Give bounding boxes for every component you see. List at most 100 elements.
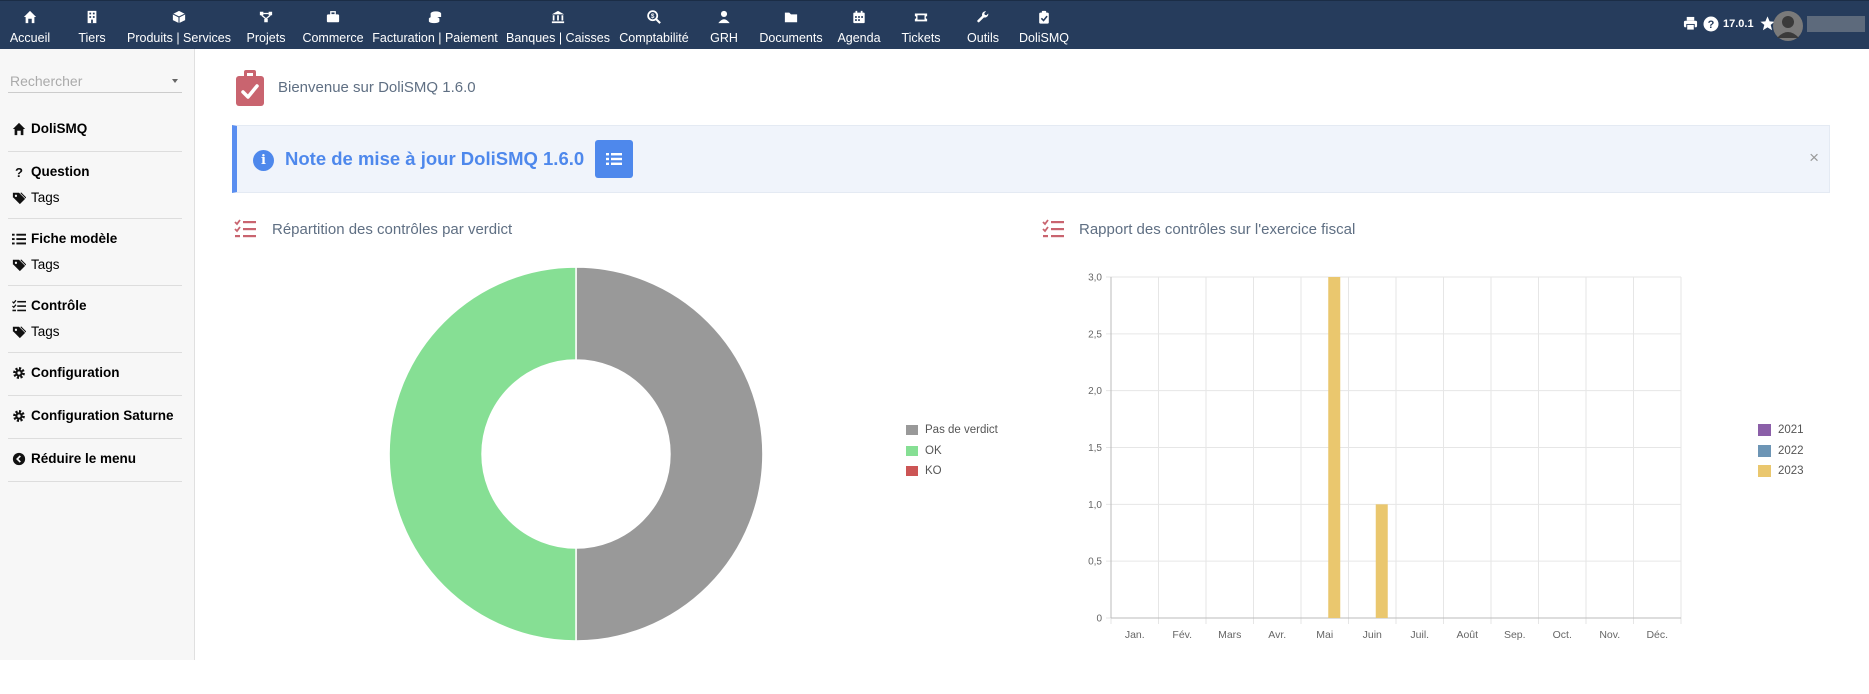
sidebar-item-tags[interactable]: Tags	[12, 324, 60, 339]
legend-item[interactable]: Pas de verdict	[906, 420, 998, 441]
x-tick-label: Oct.	[1553, 629, 1572, 641]
x-tick-label: Juin	[1363, 629, 1382, 641]
list-icon	[12, 232, 26, 246]
sidebar-item-label: Configuration	[31, 365, 120, 380]
clipboard-check-icon	[236, 70, 264, 111]
top-menu-label: DoliSMQ	[1018, 31, 1069, 45]
x-tick-label: Mars	[1218, 629, 1241, 641]
x-tick-label: Avr.	[1268, 629, 1286, 641]
tasks-icon	[1042, 219, 1064, 244]
chevron-circle-left-icon	[12, 452, 26, 466]
chevron-down-icon[interactable]	[172, 79, 178, 83]
donut-slice-pas-de-verdict	[575, 266, 764, 642]
verdict-legend: Pas de verdict OK KO	[906, 420, 998, 482]
bar-2023-juin	[1375, 504, 1388, 618]
legend-item[interactable]: KO	[906, 461, 998, 482]
sidebar-item-configuration[interactable]: Configuration	[12, 365, 119, 380]
sidebar-item-r-duire-le-menu[interactable]: Réduire le menu	[12, 451, 136, 466]
legend-swatch	[906, 425, 918, 436]
fiscal-bar-chart: 0 0,5 1,0 1,5 2,0 2,5 3,0 Jan. Fév. Mars Avr. Mai Ju…	[1088, 273, 1682, 641]
sidebar-block: ? Question Tags	[8, 152, 182, 219]
sidebar-block: Contrôle Tags	[8, 286, 182, 353]
search-placeholder: Rechercher	[10, 73, 83, 89]
tags-icon	[12, 258, 26, 272]
sidebar-item-label: Question	[31, 164, 90, 179]
verdict-chart-title: Répartition des contrôles par verdict	[272, 221, 513, 238]
legend-label: 2022	[1778, 444, 1804, 457]
y-tick-label: 0	[1096, 614, 1102, 625]
cube-icon	[171, 9, 187, 25]
tasks-icon	[234, 219, 256, 244]
sidebar-item-label: Tags	[31, 324, 60, 339]
legend-item[interactable]: 2022	[1758, 441, 1804, 462]
x-tick-label: Juil.	[1410, 629, 1429, 641]
x-tick-label: Fév.	[1172, 629, 1192, 641]
sidebar-block: Configuration Saturne	[8, 396, 182, 439]
bank-icon	[550, 9, 566, 25]
sidebar-item-label: Contrôle	[31, 298, 87, 313]
help-icon[interactable]: ?	[1703, 16, 1719, 37]
y-tick-label: 0,5	[1088, 557, 1102, 568]
home-icon	[12, 122, 26, 136]
legend-label: 2021	[1778, 424, 1804, 437]
y-tick-label: 2,0	[1088, 386, 1102, 397]
y-tick-label: 1,0	[1088, 500, 1102, 511]
version-label: 17.0.1	[1723, 18, 1754, 30]
tags-icon	[12, 325, 26, 339]
sidebar-item-tags[interactable]: Tags	[12, 257, 60, 272]
info-icon: i	[253, 150, 274, 171]
x-tick-label: Nov.	[1599, 629, 1620, 641]
legend-label: Pas de verdict	[925, 424, 998, 437]
gear-icon	[12, 366, 26, 380]
sidebar-item-question[interactable]: ? Question	[12, 164, 90, 179]
legend-swatch	[1758, 465, 1771, 478]
svg-text:?: ?	[15, 165, 23, 179]
legend-label: KO	[925, 465, 942, 478]
question-icon: ?	[12, 165, 26, 179]
left-sidebar: Rechercher DoliSMQ? Question Tags Fiche mod…	[0, 49, 195, 660]
sidebar-block: Fiche modèle Tags	[8, 219, 182, 286]
svg-text:?: ?	[1708, 19, 1715, 31]
y-tick-label: 2,5	[1088, 329, 1102, 340]
coins-icon	[427, 9, 443, 25]
list-icon	[606, 153, 622, 165]
legend-item[interactable]: 2021	[1758, 420, 1804, 441]
main-content: Bienvenue sur DoliSMQ 1.6.0 i Note de mi…	[196, 49, 1869, 674]
update-notice-banner: i Note de mise à jour DoliSMQ 1.6.0 ×	[232, 125, 1830, 193]
legend-item[interactable]: OK	[906, 441, 998, 462]
legend-label: OK	[925, 444, 942, 457]
legend-item[interactable]: 2023	[1758, 461, 1804, 482]
fiscal-legend: 2021 2022 2023	[1758, 420, 1804, 482]
avatar[interactable]	[1772, 10, 1804, 47]
donut-slice-ok	[388, 266, 577, 642]
page-title: Bienvenue sur DoliSMQ 1.6.0	[278, 79, 476, 96]
search-input[interactable]: Rechercher	[8, 69, 182, 93]
sidebar-item-label: Configuration Saturne	[31, 408, 174, 423]
sidebar-item-label: Fiche modèle	[31, 231, 118, 246]
sidebar-item-configuration-saturne[interactable]: Configuration Saturne	[12, 408, 174, 423]
close-icon[interactable]: ×	[1809, 148, 1819, 168]
legend-swatch	[906, 466, 918, 477]
legend-swatch	[1758, 424, 1771, 437]
gear-icon	[12, 409, 26, 423]
x-tick-label: Déc.	[1646, 629, 1668, 641]
fiscal-chart-title: Rapport des contrôles sur l'exercice fis…	[1079, 221, 1356, 238]
notice-title: Note de mise à jour DoliSMQ 1.6.0	[285, 148, 585, 169]
bar-2023-mai	[1328, 277, 1341, 618]
verdict-donut-chart	[388, 266, 764, 642]
legend-swatch	[1758, 444, 1771, 457]
clipboard-check-icon	[1036, 9, 1052, 25]
top-menu-item-dolismq[interactable]: DoliSMQ	[964, 7, 1124, 47]
sidebar-block: Réduire le menu	[8, 439, 182, 482]
sidebar-item-fiche-mod-le[interactable]: Fiche modèle	[12, 231, 117, 246]
x-tick-label: Août	[1456, 629, 1478, 641]
sidebar-item-tags[interactable]: Tags	[12, 190, 60, 205]
user-name-redacted[interactable]	[1807, 16, 1865, 32]
sidebar-item-contr-le[interactable]: Contrôle	[12, 298, 87, 313]
sidebar-item-dolismq[interactable]: DoliSMQ	[12, 121, 87, 136]
x-tick-label: Sep.	[1504, 629, 1526, 641]
notice-list-button[interactable]	[595, 140, 633, 178]
sidebar-item-label: Réduire le menu	[31, 451, 137, 466]
print-icon[interactable]	[1683, 16, 1698, 36]
tasks-icon	[12, 299, 26, 313]
